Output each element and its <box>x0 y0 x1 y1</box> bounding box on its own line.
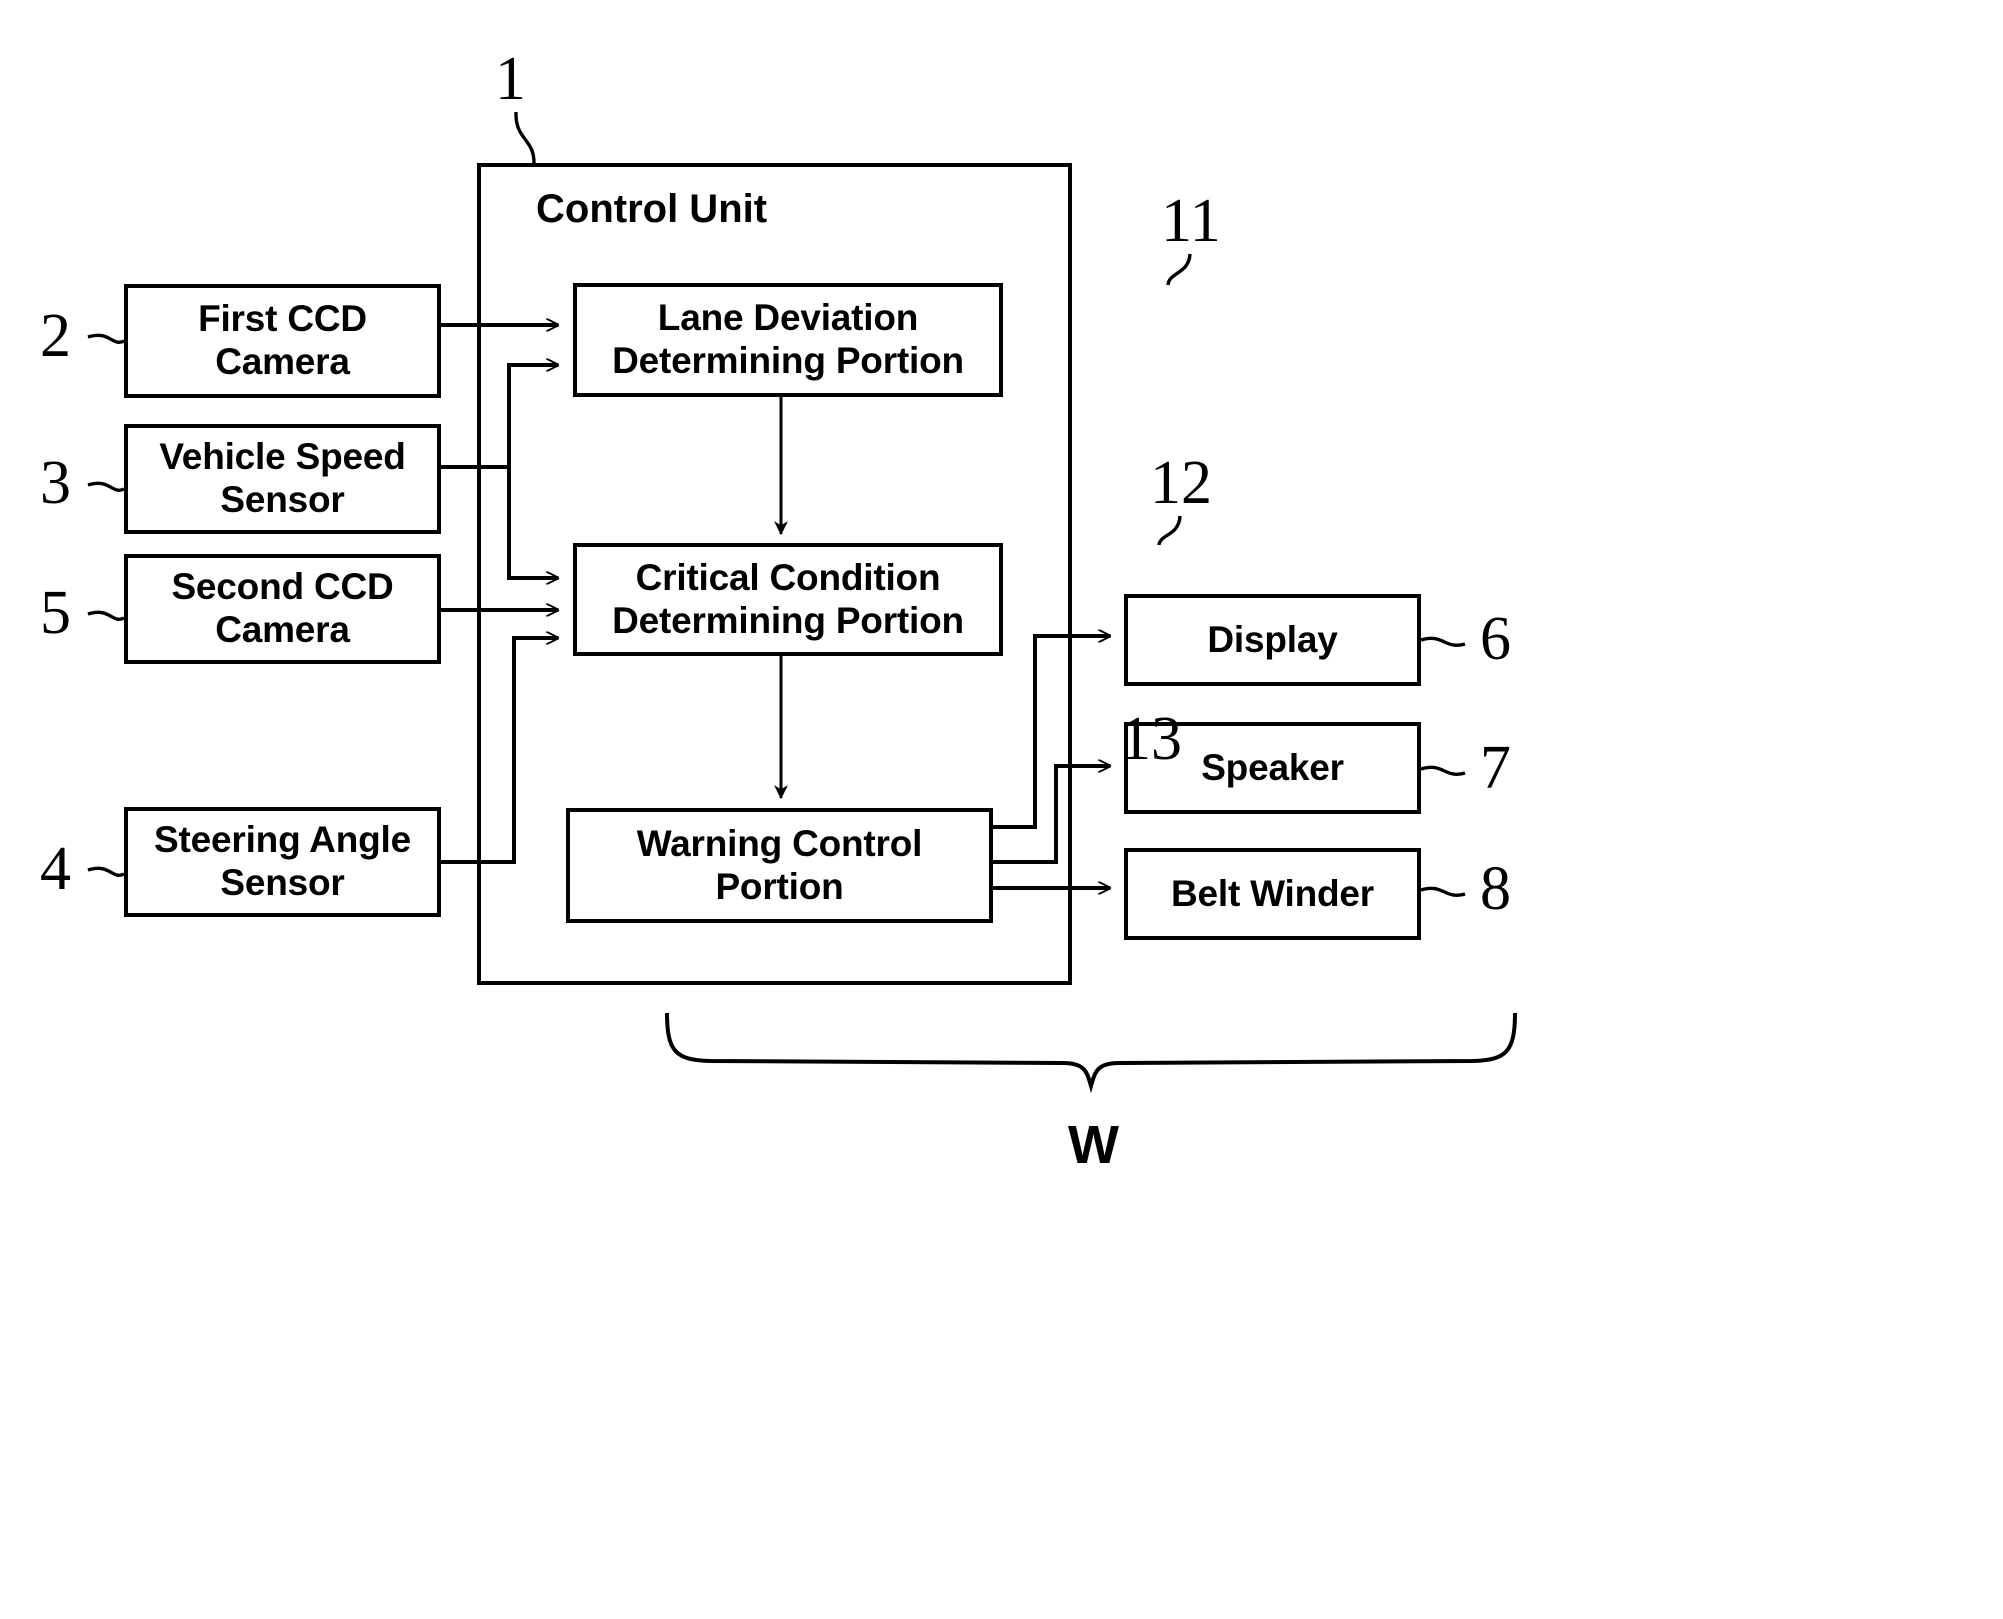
ref-numeral-4: 4 <box>40 835 71 903</box>
ref-numeral-2: 2 <box>40 302 71 370</box>
input-box-second-ccd-camera[interactable]: Second CCD Camera <box>124 554 441 664</box>
input-box-steering-angle-sensor[interactable]: Steering Angle Sensor <box>124 807 441 917</box>
ref-numeral-3: 3 <box>40 449 71 517</box>
ref-numeral-1: 1 <box>495 45 526 113</box>
portion-box-lane-deviation-determining-portion[interactable]: Lane Deviation Determining Portion <box>573 283 1003 397</box>
output-box-display[interactable]: Display <box>1124 594 1421 686</box>
input-label-vehicle-speed-sensor: Vehicle Speed Sensor <box>159 436 406 520</box>
input-box-vehicle-speed-sensor[interactable]: Vehicle Speed Sensor <box>124 424 441 534</box>
input-label-steering-angle-sensor: Steering Angle Sensor <box>154 819 411 903</box>
leader-ref-11 <box>1166 253 1192 286</box>
ref-numeral-6: 6 <box>1480 605 1511 673</box>
control-unit-title: Control Unit <box>536 187 768 231</box>
leader-ref-1 <box>514 111 536 164</box>
portion-label-warning-control-portion: Warning Control Portion <box>636 822 923 907</box>
brace-label-w: W <box>1068 1115 1119 1175</box>
leader-ref-8 <box>1420 886 1466 897</box>
leader-ref-7 <box>1420 765 1466 776</box>
leader-ref-3 <box>87 481 125 492</box>
ref-numeral-5: 5 <box>40 579 71 647</box>
leader-ref-6 <box>1420 636 1466 647</box>
output-box-belt-winder[interactable]: Belt Winder <box>1124 848 1421 940</box>
portion-box-warning-control-portion[interactable]: Warning Control Portion <box>566 808 993 923</box>
leader-ref-4 <box>87 866 125 877</box>
ref-numeral-12: 12 <box>1150 449 1212 517</box>
portion-box-critical-condition-determining-portion[interactable]: Critical Condition Determining Portion <box>573 543 1003 656</box>
leader-ref-5 <box>87 610 125 621</box>
figure-canvas: Control Unit First CCD Camera Vehicle Sp… <box>0 0 2003 1619</box>
portion-label-lane-deviation-determining-portion: Lane Deviation Determining Portion <box>612 297 964 381</box>
output-label-belt-winder: Belt Winder <box>1170 872 1375 914</box>
input-box-first-ccd-camera[interactable]: First CCD Camera <box>124 284 441 398</box>
output-label-speaker: Speaker <box>1201 746 1344 788</box>
output-label-display: Display <box>1207 618 1338 660</box>
ref-numeral-13: 13 <box>1120 705 1182 773</box>
portion-label-critical-condition-determining-portion: Critical Condition Determining Portion <box>612 556 964 641</box>
ref-numeral-11: 11 <box>1161 187 1221 255</box>
brace-w <box>665 1012 1517 1094</box>
leader-ref-2 <box>87 333 125 344</box>
input-label-second-ccd-camera: Second CCD Camera <box>171 566 394 650</box>
input-label-first-ccd-camera: First CCD Camera <box>198 298 367 382</box>
ref-numeral-8: 8 <box>1480 855 1511 923</box>
ref-numeral-7: 7 <box>1480 734 1511 802</box>
leader-ref-12 <box>1157 515 1182 546</box>
